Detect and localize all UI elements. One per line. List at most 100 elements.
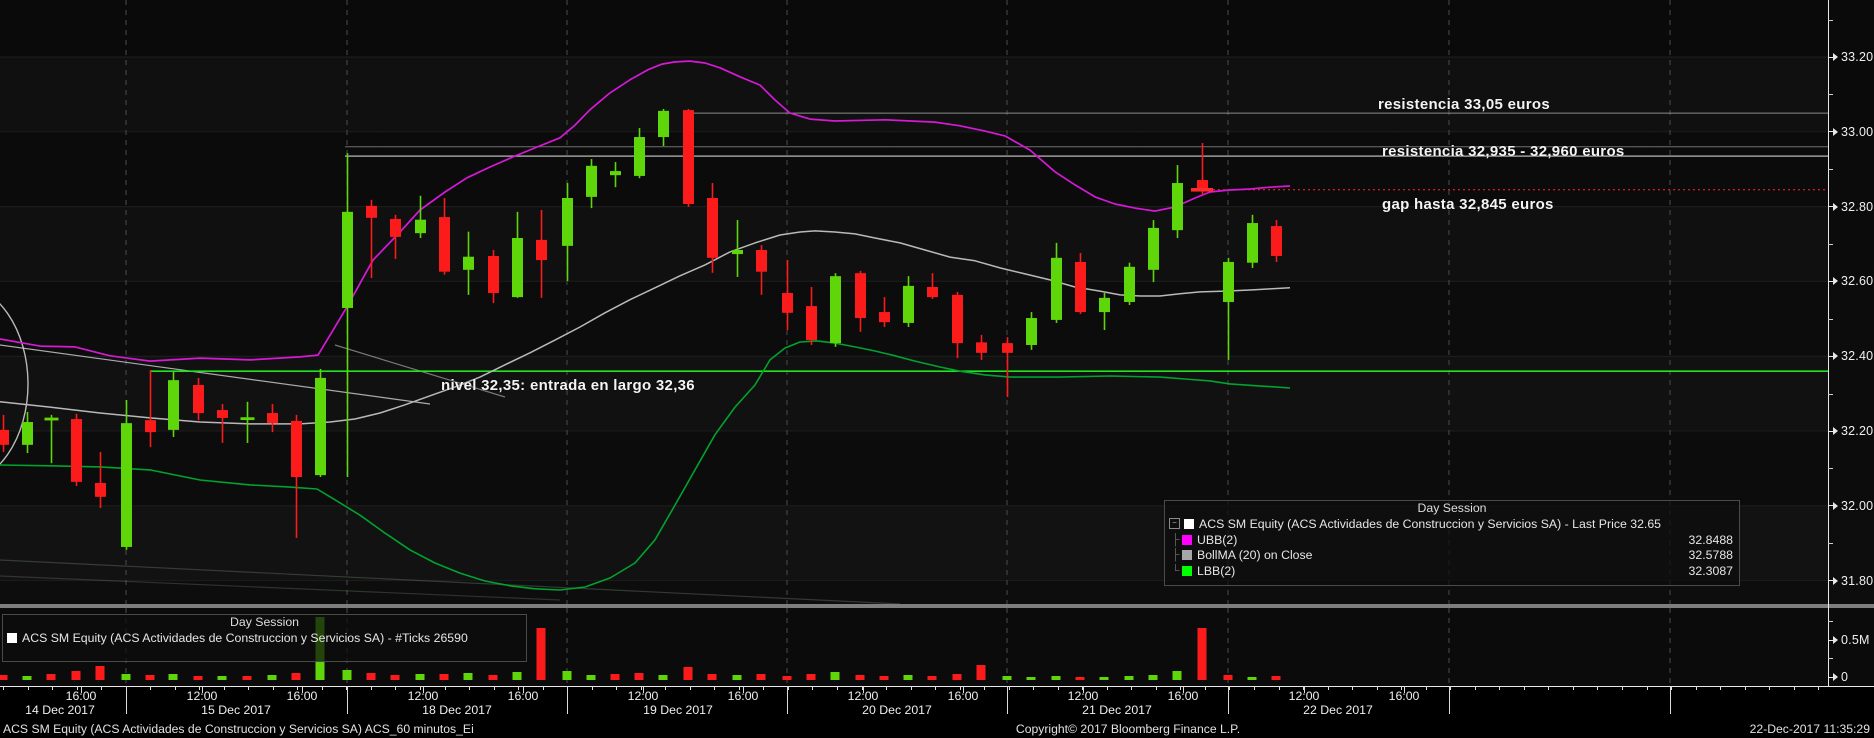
hour-tick xyxy=(1328,686,1329,690)
candle xyxy=(1197,143,1208,196)
candle-body xyxy=(168,380,179,430)
candle-body xyxy=(1247,223,1258,263)
volume-bar xyxy=(1099,677,1109,680)
price-chart-panel[interactable]: resistencia 33,05 euros resistencia 32,93… xyxy=(0,0,1874,604)
candle-body xyxy=(22,422,33,445)
volume-legend-row[interactable]: ACS SM Equity (ACS Actividades de Constr… xyxy=(3,630,526,646)
hour-tick xyxy=(911,686,912,690)
hour-tick xyxy=(665,686,666,690)
legend-row-3[interactable]: ├ BollMA (20) on Close 32.5788 xyxy=(1165,548,1739,564)
date-label: 18 Dec 2017 xyxy=(422,703,492,717)
time-label: 12:00 xyxy=(627,689,659,703)
candle-body xyxy=(463,256,474,270)
volume-bar xyxy=(366,673,376,680)
volume-bar xyxy=(927,676,937,680)
copyright-text: Copyright© 2017 Bloomberg Finance L.P. xyxy=(1015,722,1241,736)
main-legend[interactable]: Day Session − ACS SM Equity (ACS Activida… xyxy=(1164,500,1740,586)
candle xyxy=(855,270,866,332)
candle-body xyxy=(145,420,156,433)
candle-body xyxy=(291,420,302,478)
candle-body xyxy=(976,342,987,353)
date-label: 19 Dec 2017 xyxy=(643,703,713,717)
candle xyxy=(71,413,82,486)
candle-body xyxy=(732,249,743,255)
candle-body xyxy=(952,294,963,344)
candle-body xyxy=(1051,257,1062,320)
candle-body xyxy=(562,197,573,246)
volume-bar xyxy=(390,675,400,680)
expand-icon[interactable]: − xyxy=(1169,518,1180,530)
candle xyxy=(683,108,694,207)
volume-bar xyxy=(879,676,889,680)
legend-row-2[interactable]: ├ UBB(2) 32.8488 xyxy=(1165,532,1739,548)
volume-bar xyxy=(415,674,425,680)
series-value: 32.8488 xyxy=(1688,532,1733,547)
candle-body xyxy=(536,239,547,261)
volume-bar xyxy=(1247,677,1257,680)
volume-panel[interactable]: Day Session ACS SM Equity (ACS Actividad… xyxy=(0,608,1874,686)
date-label: 21 Dec 2017 xyxy=(1082,703,1152,717)
volume-bar xyxy=(610,674,620,680)
candle xyxy=(168,371,179,437)
day-boundary-tick xyxy=(1228,686,1229,714)
day-boundary-tick xyxy=(1449,686,1450,714)
hour-tick xyxy=(1033,686,1034,690)
hour-tick xyxy=(1720,686,1721,690)
volume-bar xyxy=(806,674,816,680)
candle xyxy=(95,451,106,509)
hour-tick xyxy=(52,686,53,690)
candle-body xyxy=(342,211,353,308)
candle xyxy=(586,159,597,209)
candle xyxy=(315,368,326,478)
hour-tick xyxy=(837,686,838,690)
volume-bar xyxy=(562,671,572,680)
bloomberg-chart-screen: resistencia 33,05 euros resistencia 32,93… xyxy=(0,0,1874,738)
hour-tick xyxy=(273,686,274,690)
volume-bar xyxy=(903,675,913,680)
legend-row-4[interactable]: └ LBB(2) 32.3087 xyxy=(1165,563,1739,579)
hour-tick xyxy=(1597,686,1598,690)
candle-doji-dash xyxy=(240,417,255,421)
volume-tick-label: 0.5M xyxy=(1828,633,1870,647)
volume-bar xyxy=(756,674,766,680)
series-value: 32.5788 xyxy=(1688,548,1733,563)
hour-tick xyxy=(1254,686,1255,690)
candle-body xyxy=(1002,343,1013,353)
volume-bar xyxy=(463,673,473,680)
price-minor-tick xyxy=(1828,394,1833,395)
volume-legend[interactable]: Day Session ACS SM Equity (ACS Actividad… xyxy=(2,614,527,662)
hour-tick xyxy=(224,686,225,690)
price-minor-tick xyxy=(1828,468,1833,469)
background-band xyxy=(0,207,1828,282)
hour-tick xyxy=(175,686,176,690)
candle xyxy=(488,249,499,304)
day-boundary-tick xyxy=(1007,686,1008,714)
hour-tick xyxy=(1058,686,1059,690)
hour-tick xyxy=(984,686,985,690)
candle-body xyxy=(390,218,401,237)
legend-row-1[interactable]: − ACS SM Equity (ACS Actividades de Const… xyxy=(1165,516,1739,532)
volume-bar xyxy=(0,675,8,680)
time-label: 16:00 xyxy=(507,689,539,703)
hour-tick xyxy=(445,686,446,690)
volume-bar xyxy=(732,675,742,680)
volume-bar xyxy=(22,676,32,680)
price-tick-label: 32.00 xyxy=(1828,499,1873,513)
status-datetime: 22-Dec-2017 11:35:29 xyxy=(1749,722,1870,736)
price-tick-label: 32.20 xyxy=(1828,424,1873,438)
tree-branch-icon: ├ xyxy=(1171,549,1180,562)
candle-body xyxy=(658,110,669,138)
time-axis-line xyxy=(0,686,1874,687)
candle xyxy=(830,273,841,347)
main-legend-title: Day Session xyxy=(1417,501,1487,515)
candle-body xyxy=(879,312,890,323)
hour-tick xyxy=(1352,686,1353,690)
hour-tick xyxy=(395,686,396,690)
volume-bar xyxy=(168,674,178,680)
volume-bar xyxy=(1075,677,1085,680)
price-minor-tick xyxy=(1828,244,1833,245)
hour-tick xyxy=(788,686,789,690)
volume-bar xyxy=(291,673,301,680)
volume-bar xyxy=(1051,676,1061,680)
volume-bar xyxy=(342,670,352,680)
